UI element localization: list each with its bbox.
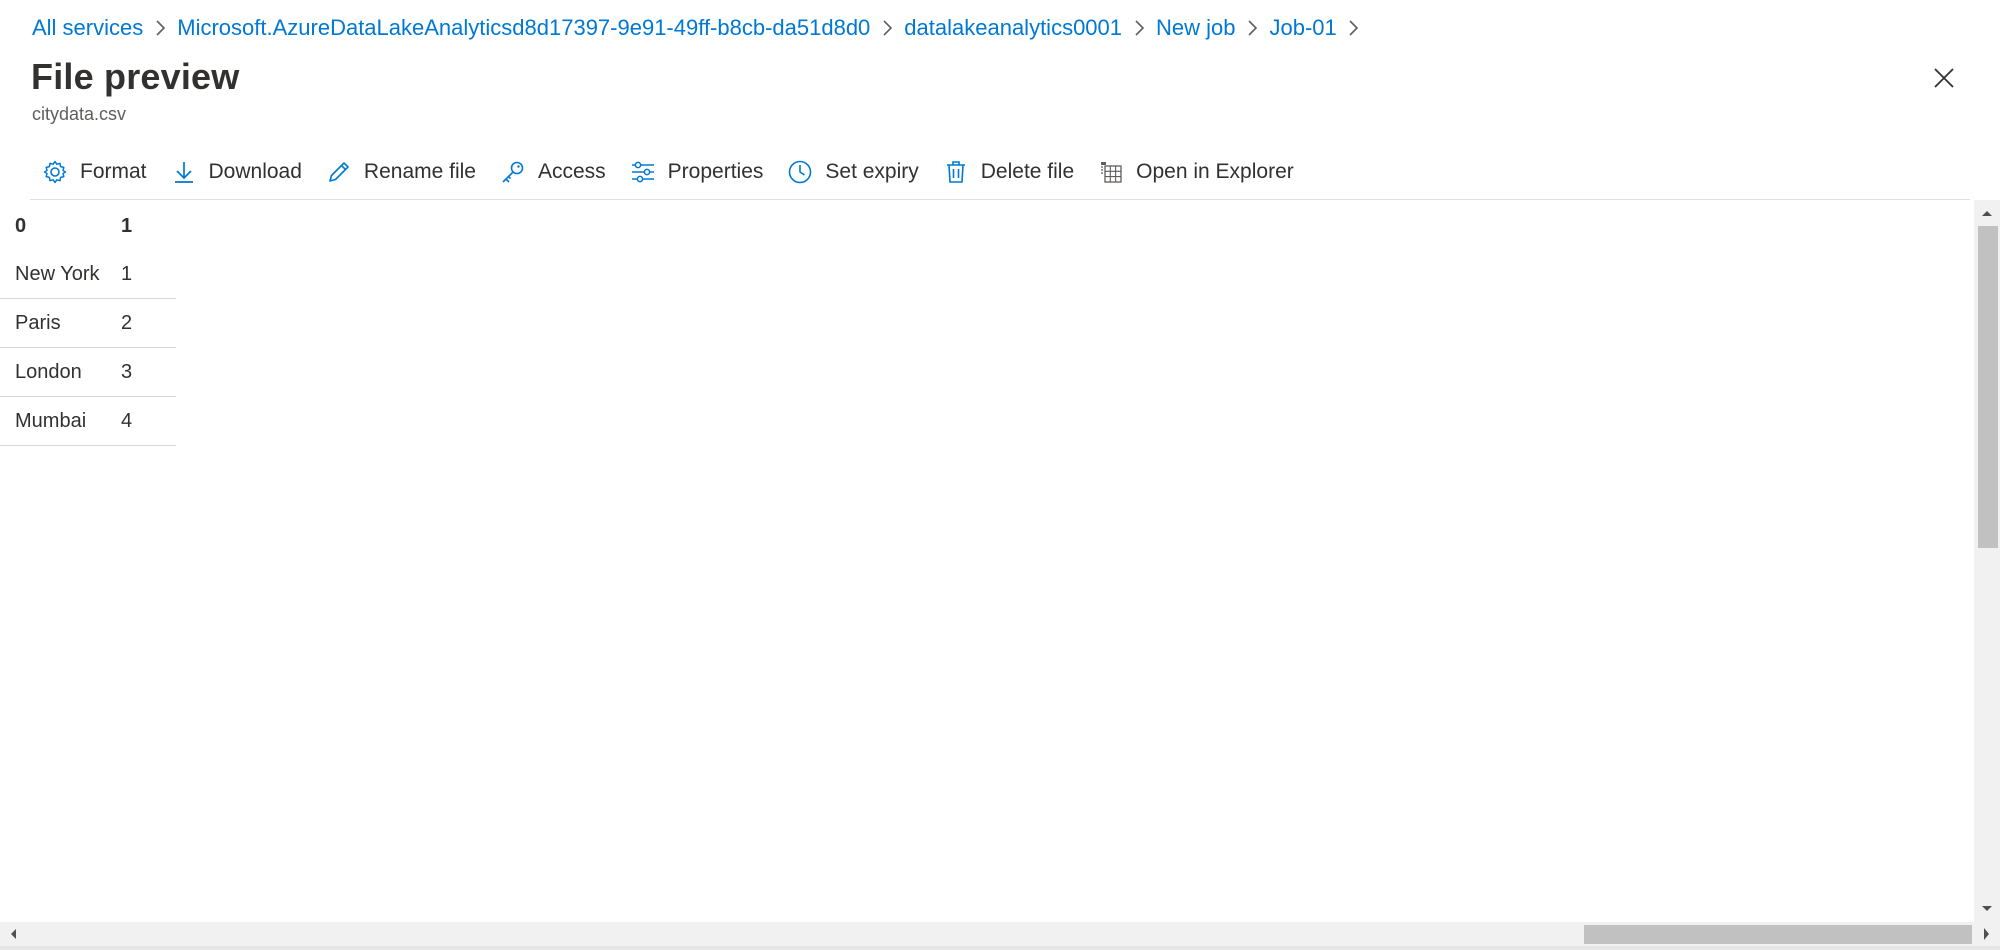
properties-button[interactable]: Properties: [620, 150, 778, 194]
scroll-left-arrow-icon[interactable]: [2, 922, 24, 946]
preview-table: 0 1 New York 1 Paris 2 London 3 Mumbai 4: [0, 203, 176, 446]
gear-icon: [42, 159, 68, 185]
set-expiry-label: Set expiry: [825, 160, 919, 183]
set-expiry-button[interactable]: Set expiry: [777, 150, 932, 194]
table-cell: 2: [121, 311, 133, 334]
trash-icon: [943, 159, 969, 185]
close-button[interactable]: [1928, 62, 1960, 94]
breadcrumb-all-services[interactable]: All services: [32, 15, 143, 41]
sliders-icon: [630, 159, 656, 185]
properties-label: Properties: [667, 160, 764, 183]
download-label: Download: [208, 160, 302, 183]
table-row: New York 1: [0, 250, 176, 299]
clock-icon: [787, 159, 813, 185]
breadcrumb: All services Microsoft.AzureDataLakeAnal…: [32, 12, 1371, 44]
breadcrumb-account[interactable]: datalakeanalytics0001: [904, 15, 1122, 41]
download-button[interactable]: Download: [161, 150, 316, 194]
breadcrumb-resource-group[interactable]: Microsoft.AzureDataLakeAnalyticsd8d17397…: [177, 15, 870, 41]
chevron-right-icon: [1122, 12, 1156, 44]
vertical-scrollbar[interactable]: [1974, 200, 2000, 922]
bottom-strip: [0, 946, 2000, 950]
chevron-right-icon: [870, 12, 904, 44]
access-button[interactable]: Access: [490, 150, 620, 194]
table-row: Mumbai 4: [0, 397, 176, 446]
toolbar-divider: [30, 199, 1970, 200]
column-header: 1: [121, 215, 133, 237]
breadcrumb-job[interactable]: Job-01: [1270, 15, 1337, 41]
access-label: Access: [537, 160, 606, 183]
open-in-explorer-label: Open in Explorer: [1136, 160, 1294, 183]
pencil-icon: [326, 159, 352, 185]
vertical-scroll-thumb[interactable]: [1978, 226, 1998, 548]
scroll-down-arrow-icon[interactable]: [1974, 898, 2000, 920]
table-cell: 1: [121, 262, 133, 285]
table-cell: Mumbai: [15, 409, 87, 432]
horizontal-scroll-thumb[interactable]: [1584, 925, 1972, 944]
table-row: London 3: [0, 348, 176, 397]
scroll-right-arrow-icon[interactable]: [1974, 922, 2000, 946]
chevron-right-icon: [143, 12, 177, 44]
format-button[interactable]: Format: [32, 150, 161, 194]
download-icon: [171, 159, 197, 185]
delete-file-button[interactable]: Delete file: [933, 150, 1088, 194]
command-bar: Format Download Rename file Access Prope…: [32, 150, 1308, 194]
page-title: File preview: [31, 56, 240, 97]
format-label: Format: [80, 160, 147, 183]
rename-file-button[interactable]: Rename file: [316, 150, 490, 194]
chevron-right-icon: [1337, 12, 1371, 44]
table-row: Paris 2: [0, 299, 176, 348]
rename-file-label: Rename file: [363, 160, 476, 183]
scrollbar-corner: [1974, 922, 2000, 946]
explorer-icon: [1098, 159, 1124, 185]
file-name: citydata.csv: [32, 104, 127, 124]
table-cell: London: [15, 360, 82, 383]
key-icon: [500, 159, 526, 185]
table-cell: 4: [121, 409, 133, 432]
table-header-row: 0 1: [0, 203, 176, 250]
breadcrumb-new-job[interactable]: New job: [1156, 15, 1235, 41]
table-cell: 3: [121, 360, 133, 383]
open-in-explorer-button[interactable]: Open in Explorer: [1088, 150, 1308, 194]
horizontal-scrollbar[interactable]: [0, 922, 1974, 946]
chevron-right-icon: [1236, 12, 1270, 44]
table-cell: Paris: [15, 311, 61, 334]
scroll-up-arrow-icon[interactable]: [1974, 202, 2000, 224]
delete-file-label: Delete file: [980, 160, 1075, 183]
table-cell: New York: [15, 262, 100, 285]
column-header: 0: [15, 215, 27, 237]
close-icon: [1934, 68, 1954, 88]
